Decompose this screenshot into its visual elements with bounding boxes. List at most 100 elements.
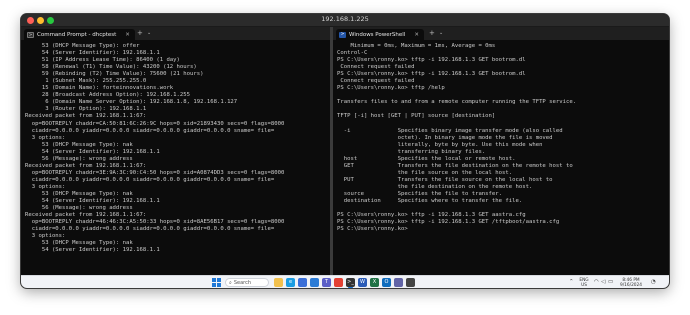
console-line: op=BOOTREPLY chaddr=3E:9A:3C:90:C4:50 ho… (25, 169, 285, 176)
console-line: ciaddr=0.0.0.0 yiaddr=0.0.0.0 siaddr=0.0… (25, 226, 275, 233)
edge-icon[interactable]: e (286, 278, 295, 287)
console-line: 54 (Server Identifier): 192.168.1.1 (25, 247, 160, 254)
battery-icon[interactable]: ▭ (608, 279, 613, 285)
window-titlebar[interactable]: 192.168.1.225 (21, 14, 669, 27)
console-line: PS C:\Users\ronny.ko> tftp -i 192.168.1.… (337, 57, 526, 64)
console-line: the file source on the local host. (337, 169, 513, 176)
console-line: Connect request failed (337, 78, 415, 85)
terminal-icon[interactable]: >_ (346, 278, 355, 287)
app-icon[interactable] (406, 278, 415, 287)
remote-desktop-window: 192.168.1.225 > Command Prompt - dhcptes… (21, 14, 669, 288)
close-icon[interactable]: ✕ (125, 32, 130, 38)
excel-icon[interactable]: X (370, 278, 379, 287)
console-line: 56 (Message): wrong address (25, 155, 133, 162)
chevron-up-icon[interactable]: ⌃ (569, 279, 574, 285)
console-line: 54 (Server Identifier): 192.168.1.1 (25, 198, 160, 205)
console-line: 54 (Server Identifier): 192.168.1.1 (25, 148, 160, 155)
console-line: host Specifies the local or remote host. (337, 155, 516, 162)
console-line: Control-C (337, 50, 368, 57)
file-explorer-icon[interactable] (274, 278, 283, 287)
word-icon[interactable]: W (358, 278, 367, 287)
terminal-icon: > (27, 31, 34, 38)
console-line: source Specifies the file to transfer. (337, 190, 503, 197)
chevron-down-icon[interactable]: ⌄ (147, 30, 151, 36)
console-line: destination Specifies where to transfer … (337, 198, 523, 205)
clock-date: 9/16/2024 (619, 283, 643, 288)
console-line: 53 (DHCP Message Type): nak (25, 240, 133, 247)
console-line: transferring binary files. (337, 148, 486, 155)
console-line: 53 (DHCP Message Type): offer (25, 43, 140, 49)
taskbar-search-box[interactable]: ⌕ Search (225, 278, 269, 287)
console-line: 3 options: (25, 134, 66, 141)
tab-command-prompt[interactable]: > Command Prompt - dhcptest ✕ (24, 29, 135, 40)
console-line: the file destination on the remote host. (337, 183, 533, 190)
console-line: 3 options: (25, 183, 66, 190)
console-line: op=BOOTREPLY chaddr=46:46:3C:A5:50:33 ho… (25, 219, 285, 226)
console-line: 53 (DHCP Message Type): nak (25, 190, 133, 197)
console-line: 58 (Renewal (T1) Time Value): 43200 (12 … (25, 64, 197, 71)
teams-meeting-icon[interactable] (394, 278, 403, 287)
windows-taskbar: ⌕ Search e T >_ W X O ⌃ ENG US ◠ ◁ ▭ 8:46 PM … (21, 275, 669, 288)
chevron-down-icon[interactable]: ⌄ (439, 30, 443, 36)
language-indicator[interactable]: ENG US (578, 278, 590, 288)
console-line: PS C:\Users\ronny.ko> tftp -i 192.168.1.… (337, 219, 560, 226)
command-prompt-output[interactable]: 53 (DHCP Message Type): offer 54 (Server… (25, 43, 328, 254)
chrome-icon[interactable] (334, 278, 343, 287)
tab-windows-powershell[interactable]: > Windows PowerShell ✕ (336, 29, 424, 40)
console-line: ciaddr=0.0.0.0 yiaddr=0.0.0.0 siaddr=0.0… (25, 176, 275, 183)
console-line: 59 (Rebinding (T2) Time Value): 75600 (2… (25, 71, 204, 78)
mail-icon[interactable] (310, 278, 319, 287)
console-line: 3 (Router Option): 192.168.1.1 (25, 106, 147, 113)
console-line: 54 (Server Identifier): 192.168.1.1 (25, 50, 160, 57)
start-button[interactable] (212, 278, 221, 287)
console-line: 15 (Domain Name): forteinnovations.work (25, 85, 174, 92)
console-line: 53 (DHCP Message Type): nak (25, 141, 133, 148)
active-app-indicator (348, 287, 353, 288)
powershell-pane[interactable]: > Windows PowerShell ✕ + ⌄ Minimum = 0ms… (333, 27, 669, 275)
console-line: Minimum = 0ms, Maximum = 1ms, Average = … (337, 43, 496, 49)
console-line: -i Specifies binary image transfer mode … (337, 127, 563, 134)
console-line: Connect request failed (337, 64, 415, 71)
console-line: Received packet from 192.168.1.1:67: (25, 212, 147, 219)
console-line: op=BOOTREPLY chaddr=CA:50:81:6C:26:9C ho… (25, 120, 285, 127)
console-line: Received packet from 192.168.1.1:67: (25, 113, 147, 120)
console-line: PS C:\Users\ronny.ko> tftp -i 192.168.1.… (337, 71, 526, 78)
new-tab-icon[interactable]: + (137, 29, 143, 37)
region-label: US (581, 283, 587, 288)
console-line: PUT Transfers the file source on the loc… (337, 176, 553, 183)
console-line: literally, byte by byte. Use this mode w… (337, 141, 543, 148)
outlook-icon[interactable]: O (382, 278, 391, 287)
close-icon[interactable]: ✕ (414, 32, 419, 38)
right-tab-bar: > Windows PowerShell ✕ + ⌄ (333, 27, 669, 40)
console-line: Transfers files to and from a remote com… (337, 99, 577, 106)
clock[interactable]: 8:46 PM 9/16/2024 (619, 278, 643, 288)
console-line: Received packet from 192.168.1.1:67: (25, 162, 147, 169)
search-placeholder: Search (233, 279, 251, 286)
notification-bell-icon[interactable]: ◔ (651, 279, 656, 285)
console-line: GET Transfers the file destination on th… (337, 162, 573, 169)
console-line: 51 (IP Address Lease Time): 86400 (1 day… (25, 57, 180, 64)
window-title: 192.168.1.225 (321, 15, 369, 23)
console-line: octet). In binary image mode the file is… (337, 134, 553, 141)
console-line: 6 (Domain Name Server Option): 192.168.1… (25, 99, 238, 106)
command-prompt-pane[interactable]: > Command Prompt - dhcptest ✕ + ⌄ 53 (DH… (21, 27, 330, 275)
console-line: ciaddr=0.0.0.0 yiaddr=0.0.0.0 siaddr=0.0… (25, 127, 275, 134)
console-line: PS C:\Users\ronny.ko> tftp -i 192.168.1.… (337, 212, 526, 219)
left-tab-bar: > Command Prompt - dhcptest ✕ + ⌄ (21, 27, 330, 40)
console-line: TFTP [-i] host [GET | PUT] source [desti… (337, 113, 496, 120)
new-tab-icon[interactable]: + (429, 29, 435, 37)
wifi-icon[interactable]: ◠ (594, 279, 599, 285)
console-line: 56 (Message): wrong address (25, 205, 133, 212)
powershell-icon: > (339, 31, 346, 38)
powershell-output[interactable]: Minimum = 0ms, Maximum = 1ms, Average = … (337, 43, 667, 233)
volume-icon[interactable]: ◁ (601, 279, 605, 285)
search-icon: ⌕ (229, 279, 232, 286)
console-line: PS C:\Users\ronny.ko> (337, 226, 412, 233)
store-icon[interactable] (298, 278, 307, 287)
teams-icon[interactable]: T (322, 278, 331, 287)
console-line: 1 (Subnet Mask): 255.255.255.0 (25, 78, 147, 85)
